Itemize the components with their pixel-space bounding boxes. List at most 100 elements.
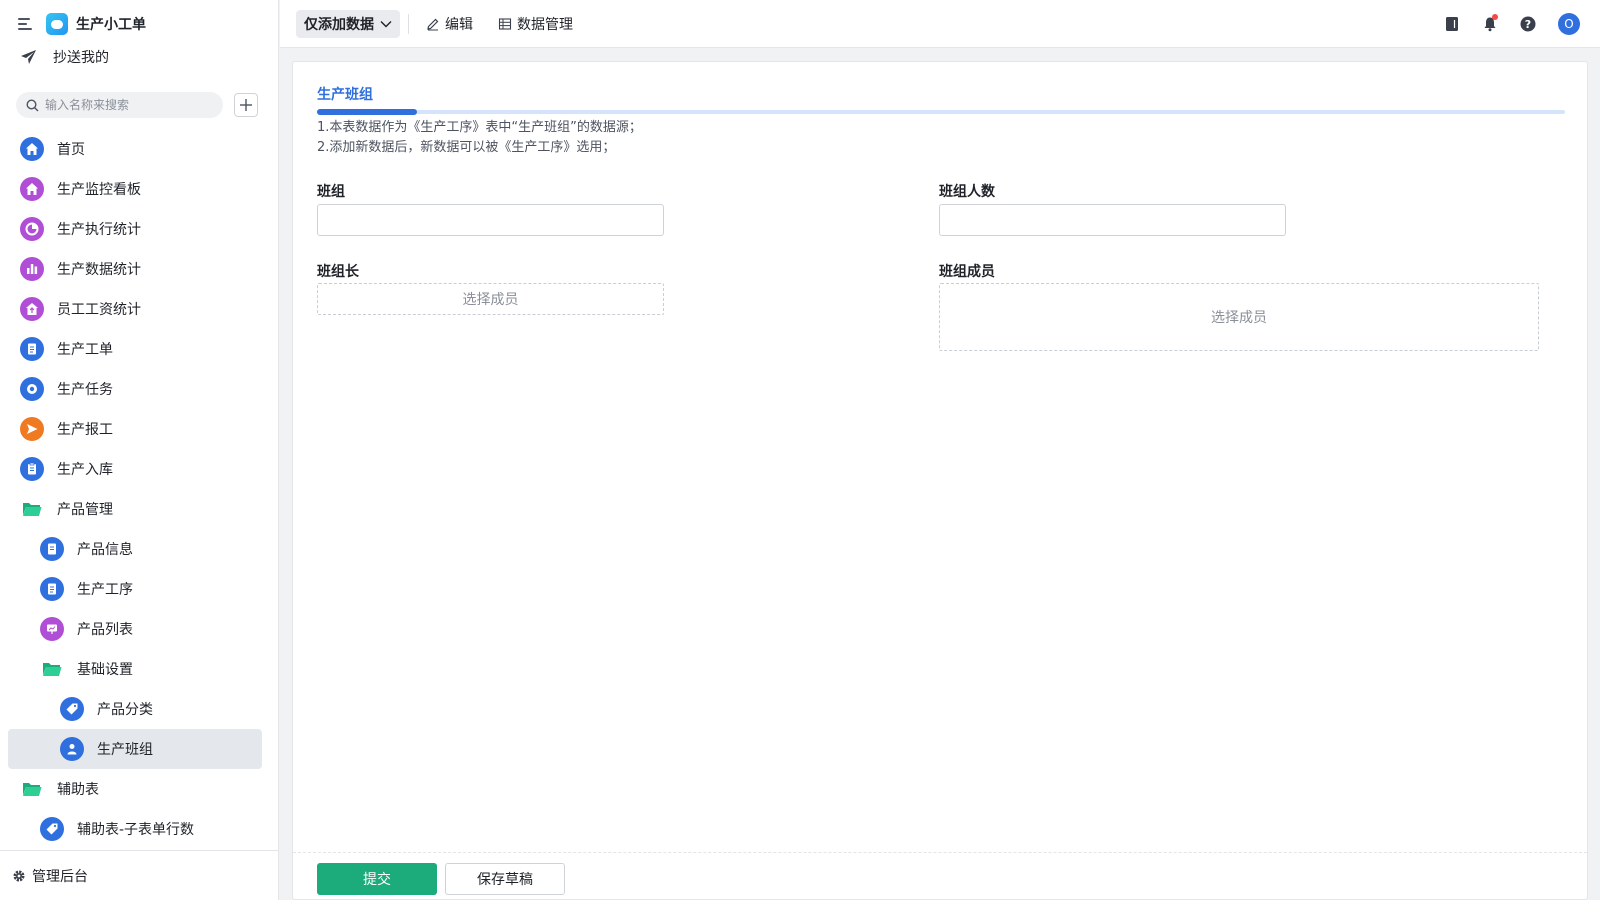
sidebar-item-data-stats[interactable]: 生产数据统计	[8, 249, 262, 289]
sidebar-item-label: 产品列表	[77, 622, 133, 638]
add-item-button[interactable]	[234, 93, 258, 117]
tab-underline-active	[317, 109, 417, 115]
folder-icon	[20, 497, 44, 521]
sidebar-item-label: 产品管理	[57, 502, 113, 518]
team-count-input[interactable]	[939, 204, 1286, 236]
sidebar-item-aux-subform-rows[interactable]: 辅助表-子表单行数	[8, 809, 262, 849]
sidebar-item-label: 产品分类	[97, 702, 153, 718]
sidebar-item-label: 首页	[57, 142, 85, 158]
folder-icon	[40, 657, 64, 681]
sidebar-item-report[interactable]: 生产报工	[8, 409, 262, 449]
table-icon	[498, 18, 512, 30]
sidebar-item-task[interactable]: 生产任务	[8, 369, 262, 409]
sidebar-item-work-order[interactable]: 生产工单	[8, 329, 262, 369]
avatar: O	[1558, 13, 1580, 35]
document-icon	[40, 537, 64, 561]
sidebar-item-label: 生产执行统计	[57, 222, 141, 238]
submit-button[interactable]: 提交	[317, 863, 437, 895]
data-management-button[interactable]: 数据管理	[498, 14, 573, 34]
sidebar-item-home[interactable]: 首页	[8, 129, 262, 169]
sidebar-item-wage-stats[interactable]: 员工工资统计	[8, 289, 262, 329]
sidebar-folder-basic-settings[interactable]: 基础设置	[8, 649, 262, 689]
leader-member-picker[interactable]: 选择成员	[317, 283, 664, 315]
home-icon	[20, 177, 44, 201]
edit-icon	[427, 18, 439, 31]
sidebar-folder-aux-table[interactable]: 辅助表	[8, 769, 262, 809]
members-field-label: 班组成员	[939, 264, 995, 280]
svg-text:?: ?	[1525, 18, 1531, 31]
search-box	[16, 92, 223, 118]
tab-underline	[317, 110, 1565, 114]
save-draft-button[interactable]: 保存草稿	[445, 863, 565, 895]
sidebar-item-label: 生产工序	[77, 582, 133, 598]
notifications-button[interactable]	[1479, 13, 1501, 35]
form-footer: 提交 保存草稿	[293, 852, 1587, 900]
sidebar-item-label: 生产入库	[57, 462, 113, 478]
sidebar-item-label: 生产任务	[57, 382, 113, 398]
team-input[interactable]	[317, 204, 664, 236]
mode-dropdown-label: 仅添加数据	[304, 17, 374, 33]
members-member-picker[interactable]: 选择成员	[939, 283, 1539, 351]
app-title: 生产小工单	[76, 17, 146, 33]
plus-icon	[240, 99, 252, 111]
sidebar-item-label: 基础设置	[77, 662, 133, 678]
search-icon	[26, 98, 39, 111]
help-icon: ?	[1520, 16, 1536, 32]
presentation-icon	[40, 617, 64, 641]
folder-icon	[20, 777, 44, 801]
sidebar-item-label: 生产监控看板	[57, 182, 141, 198]
home-icon	[20, 137, 44, 161]
document-icon	[40, 577, 64, 601]
sidebar-nav: 首页 生产监控看板 生产执行统计 生产数据统计 员工工资统计 生产工单 生产任务	[8, 129, 262, 849]
team-field-label: 班组	[317, 184, 345, 200]
sidebar: 生产小工单 抄送我的 首页 生产监控看板 生产执行统计 生产数据统计	[0, 0, 279, 900]
members-picker-placeholder: 选择成员	[1211, 310, 1267, 326]
cc-to-me-link[interactable]: 抄送我的	[20, 47, 109, 67]
mode-dropdown[interactable]: 仅添加数据	[296, 10, 400, 38]
sidebar-item-product-list[interactable]: 产品列表	[8, 609, 262, 649]
pie-chart-icon	[20, 217, 44, 241]
data-management-label: 数据管理	[517, 17, 573, 33]
help-button[interactable]: ?	[1517, 13, 1539, 35]
form-description: 1.本表数据作为《生产工序》表中“生产班组”的数据源； 2.添加新数据后，新数据…	[317, 118, 642, 158]
user-avatar[interactable]: O	[1558, 13, 1580, 35]
sidebar-item-label: 辅助表	[57, 782, 99, 798]
sidebar-item-exec-stats[interactable]: 生产执行统计	[8, 209, 262, 249]
sidebar-item-product-category[interactable]: 产品分类	[8, 689, 262, 729]
home-icon	[20, 297, 44, 321]
leader-field-label: 班组长	[317, 264, 359, 280]
tag-icon	[60, 697, 84, 721]
notification-dot	[1492, 14, 1498, 20]
bar-chart-icon	[20, 257, 44, 281]
sidebar-item-process[interactable]: 生产工序	[8, 569, 262, 609]
admin-console-link[interactable]: 管理后台	[0, 850, 279, 900]
sidebar-item-monitor-board[interactable]: 生产监控看板	[8, 169, 262, 209]
team-count-field-label: 班组人数	[939, 184, 995, 200]
search-input[interactable]	[45, 98, 205, 112]
sidebar-item-label: 生产报工	[57, 422, 113, 438]
edit-button[interactable]: 编辑	[426, 14, 473, 34]
sidebar-item-warehousing[interactable]: 生产入库	[8, 449, 262, 489]
sidebar-item-label: 生产工单	[57, 342, 113, 358]
form-tab-title[interactable]: 生产班组	[317, 84, 373, 104]
sidebar-item-product-info[interactable]: 产品信息	[8, 529, 262, 569]
menu-icon[interactable]	[18, 17, 34, 31]
sidebar-item-label: 生产数据统计	[57, 262, 141, 278]
app-header: 生产小工单	[18, 13, 146, 35]
app-logo-icon	[46, 13, 68, 35]
form-description-line-2: 2.添加新数据后，新数据可以被《生产工序》选用；	[317, 140, 616, 155]
form-card: 生产班组 1.本表数据作为《生产工序》表中“生产班组”的数据源； 2.添加新数据…	[292, 61, 1588, 900]
gear-icon	[13, 870, 25, 881]
notebook-icon	[1446, 17, 1458, 31]
sidebar-folder-product-mgmt[interactable]: 产品管理	[8, 489, 262, 529]
sidebar-item-label: 辅助表-子表单行数	[77, 822, 195, 838]
toolbar-divider	[408, 14, 409, 34]
send-icon	[20, 417, 44, 441]
chevron-down-icon	[380, 21, 392, 28]
document-icon	[20, 337, 44, 361]
clipboard-icon	[20, 457, 44, 481]
user-icon	[60, 737, 84, 761]
sidebar-item-production-team[interactable]: 生产班组	[8, 729, 262, 769]
sidebar-item-label: 生产班组	[97, 742, 153, 758]
notebook-button[interactable]	[1441, 13, 1463, 35]
